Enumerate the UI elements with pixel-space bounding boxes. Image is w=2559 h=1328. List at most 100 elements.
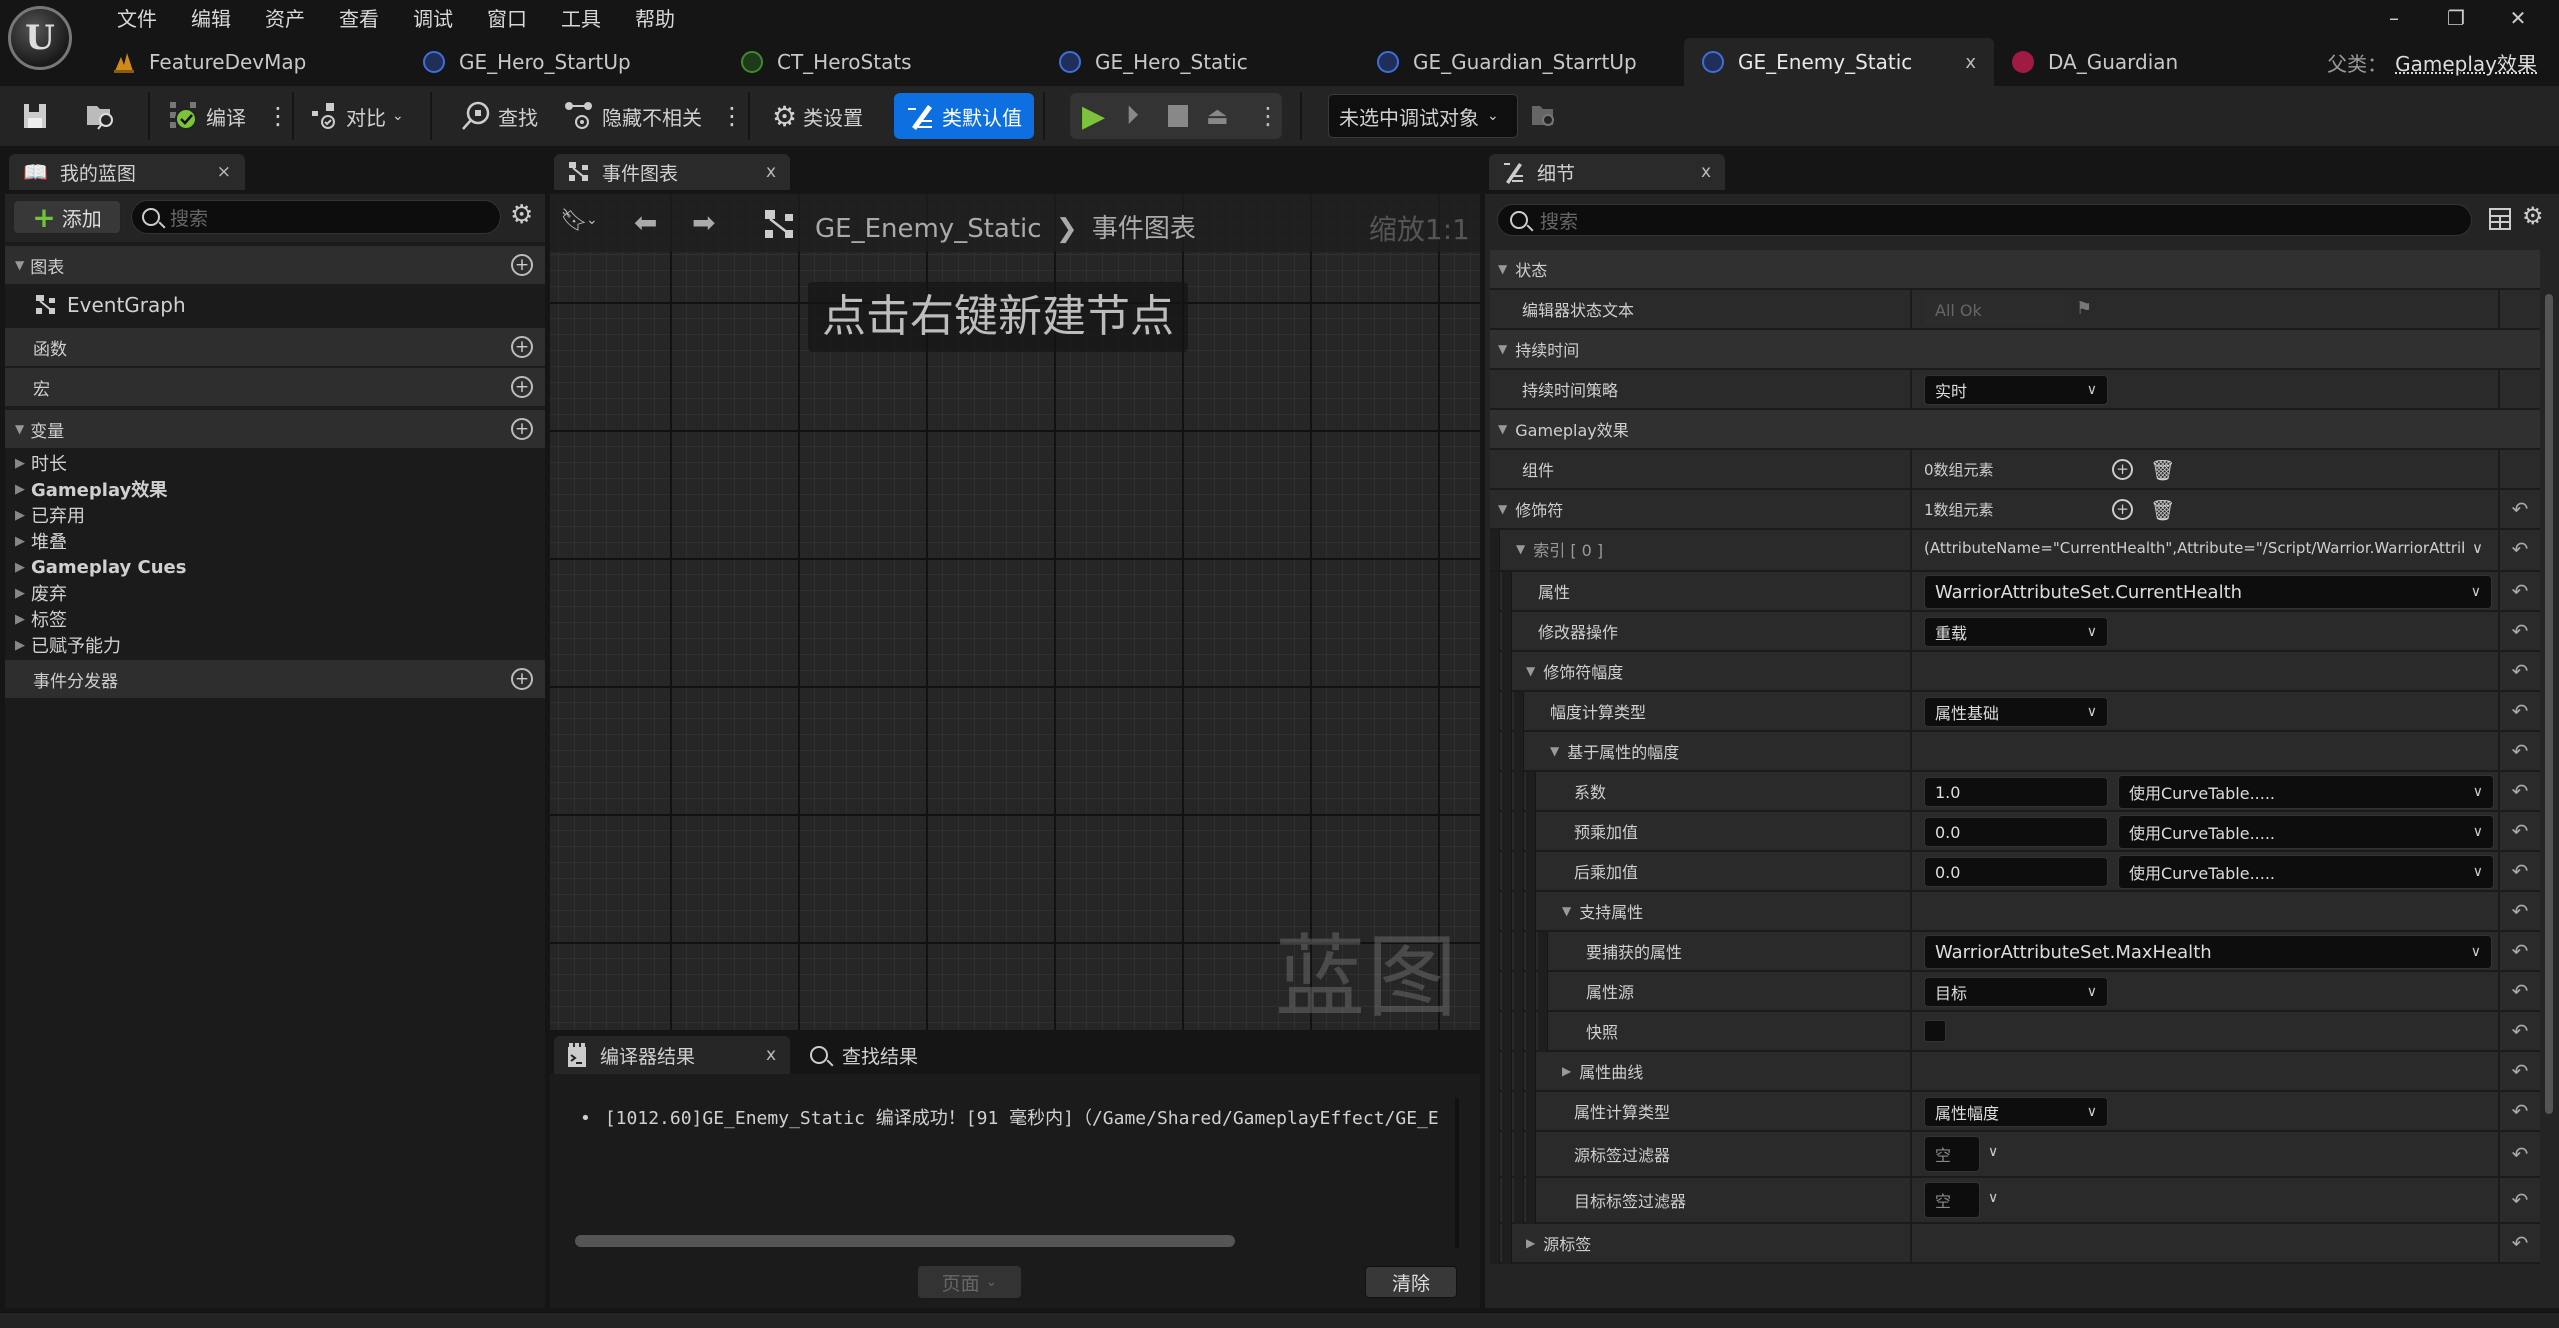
reset-icon[interactable]: ↶	[2500, 812, 2540, 850]
attribute-dropdown[interactable]: WarriorAttributeSet.CurrentHealth ∨	[1924, 575, 2492, 609]
reset-icon[interactable]: ↶	[2500, 652, 2540, 690]
event-graph-item[interactable]: EventGraph	[35, 290, 186, 320]
add-macro-icon[interactable]: +	[511, 376, 533, 398]
category-gameplay-effect[interactable]: ▼ Gameplay效果	[1490, 410, 2540, 450]
target-tag-filter-button[interactable]: 空	[1924, 1182, 1980, 1218]
tab-ge-enemy-static[interactable]: GE_Enemy_Static x	[1684, 38, 1994, 86]
breadcrumb-leaf[interactable]: 事件图表	[1092, 214, 1196, 244]
trash-icon[interactable]: 🗑︎	[2150, 458, 2175, 482]
section-functions[interactable]: 函数 +	[5, 328, 545, 366]
tab-ge-hero-startup[interactable]: GE_Hero_StartUp	[405, 38, 723, 86]
add-function-icon[interactable]: +	[511, 336, 533, 358]
expand-triangle-icon[interactable]: ▼	[1498, 502, 1507, 516]
my-blueprint-search-input[interactable]: 搜索	[131, 200, 501, 234]
trash-icon[interactable]: 🗑︎	[2150, 498, 2175, 522]
log-vertical-scrollbar[interactable]	[1455, 1098, 1459, 1248]
forward-arrow-icon[interactable]: ➡	[692, 206, 715, 239]
minimize-button[interactable]: –	[2363, 2, 2425, 34]
magnitude-calc-dropdown[interactable]: 属性基础 ∨	[1924, 697, 2108, 727]
variable-category-item[interactable]: ▶ 已赋予能力	[5, 632, 121, 658]
add-element-icon[interactable]: +	[2112, 499, 2133, 520]
diff-button[interactable]: 对比 ⌄	[310, 94, 404, 138]
find-results-tab[interactable]: 查找结果	[796, 1036, 946, 1074]
play-options-button[interactable]: ⋮	[1256, 102, 1280, 130]
class-defaults-button[interactable]: 类默认值	[894, 93, 1034, 139]
menu-file[interactable]: 文件	[100, 4, 174, 34]
collapse-triangle-icon[interactable]: ▶	[1562, 1064, 1571, 1078]
debug-target-select[interactable]: 未选中调试对象 ⌄	[1328, 94, 1518, 138]
expand-triangle-icon[interactable]: ▼	[1562, 904, 1571, 918]
add-button[interactable]: + 添加	[13, 200, 121, 234]
add-dispatcher-icon[interactable]: +	[511, 668, 533, 690]
coefficient-input[interactable]: 1.0	[1924, 777, 2108, 807]
section-variables[interactable]: ▼ 变量 +	[5, 410, 545, 448]
close-tab-icon[interactable]: ×	[217, 162, 231, 182]
compile-options-button[interactable]: ⋮	[266, 94, 290, 138]
compiler-results-tab[interactable]: 编译器结果 x	[554, 1036, 790, 1074]
reset-icon[interactable]: ↶	[2500, 530, 2540, 568]
add-graph-icon[interactable]: +	[511, 254, 533, 276]
menu-asset[interactable]: 资产	[248, 4, 322, 34]
curve-table-dropdown[interactable]: 使用CurveTable..... ∨	[2118, 855, 2494, 889]
curve-table-dropdown[interactable]: 使用CurveTable..... ∨	[2118, 815, 2494, 849]
reset-icon[interactable]: ↶	[2500, 972, 2540, 1010]
collapse-triangle-icon[interactable]: ▶	[1526, 1236, 1535, 1250]
reset-icon[interactable]: ↶	[2500, 1012, 2540, 1050]
reset-icon[interactable]: ↶	[2500, 1178, 2540, 1222]
parent-class-link[interactable]: Gameplay效果	[2395, 52, 2537, 76]
gear-icon[interactable]: ⚙	[2522, 202, 2544, 230]
browse-button[interactable]	[84, 94, 124, 138]
log-horizontal-scrollbar[interactable]	[575, 1235, 1235, 1247]
snapshot-checkbox[interactable]	[1924, 1020, 1946, 1042]
graph-canvas[interactable]: 🔖︎ ⌄ ⬅ ➡ GE_Enemy_Static ❯ 事件图表 缩放1:1 点击…	[550, 194, 1480, 1030]
reset-icon[interactable]: ↶	[2500, 772, 2540, 810]
details-tab[interactable]: 细节 x	[1489, 154, 1725, 190]
captured-attribute-dropdown[interactable]: WarriorAttributeSet.MaxHealth ∨	[1924, 935, 2492, 969]
reset-icon[interactable]: ↶	[2500, 490, 2540, 528]
expand-triangle-icon[interactable]: ▼	[1526, 664, 1535, 678]
menu-debug[interactable]: 调试	[396, 4, 470, 34]
reset-icon[interactable]: ↶	[2500, 1224, 2540, 1262]
duration-policy-dropdown[interactable]: 实时 ∨	[1924, 375, 2108, 405]
expand-triangle-icon[interactable]: ▼	[1516, 542, 1525, 556]
unreal-logo-icon[interactable]: U	[8, 6, 72, 70]
hide-unrelated-options-button[interactable]: ⋮	[720, 94, 744, 138]
chevron-down-icon[interactable]: ∨	[1988, 1190, 1998, 1206]
attribute-source-dropdown[interactable]: 目标 ∨	[1924, 977, 2108, 1007]
bookmark-icon[interactable]: 🔖︎	[560, 208, 588, 233]
chevron-down-icon[interactable]: ∨	[2472, 539, 2483, 557]
post-multiply-input[interactable]: 0.0	[1924, 857, 2108, 887]
find-button[interactable]: 查找	[460, 94, 538, 138]
tab-ge-guardian-startup[interactable]: GE_Guardian_StarrtUp	[1359, 38, 1684, 86]
details-scrollbar[interactable]	[2545, 294, 2553, 1114]
close-tab-icon[interactable]: x	[1701, 162, 1711, 182]
browse-debug-button[interactable]	[1530, 94, 1556, 138]
restore-button[interactable]: ❐	[2425, 2, 2487, 34]
close-window-button[interactable]: ✕	[2487, 2, 2549, 34]
reset-icon[interactable]: ↶	[2500, 692, 2540, 730]
section-event-dispatchers[interactable]: 事件分发器 +	[5, 660, 545, 698]
tab-featuredevmap[interactable]: FeatureDevMap	[95, 38, 405, 86]
step-button[interactable]: ⏵	[1126, 101, 1139, 132]
add-element-icon[interactable]: +	[2112, 459, 2133, 480]
menu-edit[interactable]: 编辑	[174, 4, 248, 34]
variable-category-item[interactable]: ▶ 时长	[5, 450, 67, 476]
category-duration[interactable]: ▼ 持续时间	[1490, 330, 2540, 370]
my-blueprint-tab[interactable]: 📖 我的蓝图 ×	[9, 154, 245, 190]
clear-button[interactable]: 清除	[1365, 1266, 1457, 1298]
variable-category-item[interactable]: ▶ 标签	[5, 606, 67, 632]
breadcrumb-root[interactable]: GE_Enemy_Static	[815, 214, 1042, 244]
reset-icon[interactable]: ↶	[2500, 852, 2540, 890]
table-view-icon[interactable]	[2489, 208, 2511, 230]
variable-category-item[interactable]: ▶ 堆叠	[5, 528, 67, 554]
expand-triangle-icon[interactable]: ▼	[1550, 744, 1559, 758]
menu-window[interactable]: 窗口	[470, 4, 544, 34]
stop-button[interactable]	[1168, 105, 1188, 127]
play-button[interactable]: ▶	[1082, 99, 1105, 134]
tab-ct-herostats[interactable]: CT_HeroStats	[723, 38, 1041, 86]
eject-button[interactable]: ⏏	[1206, 102, 1229, 130]
category-status[interactable]: ▼ 状态	[1490, 250, 2540, 290]
chevron-down-icon[interactable]: ⌄	[586, 212, 598, 228]
section-graphs[interactable]: ▼ 图表 +	[5, 246, 545, 284]
reset-icon[interactable]: ↶	[2500, 572, 2540, 610]
